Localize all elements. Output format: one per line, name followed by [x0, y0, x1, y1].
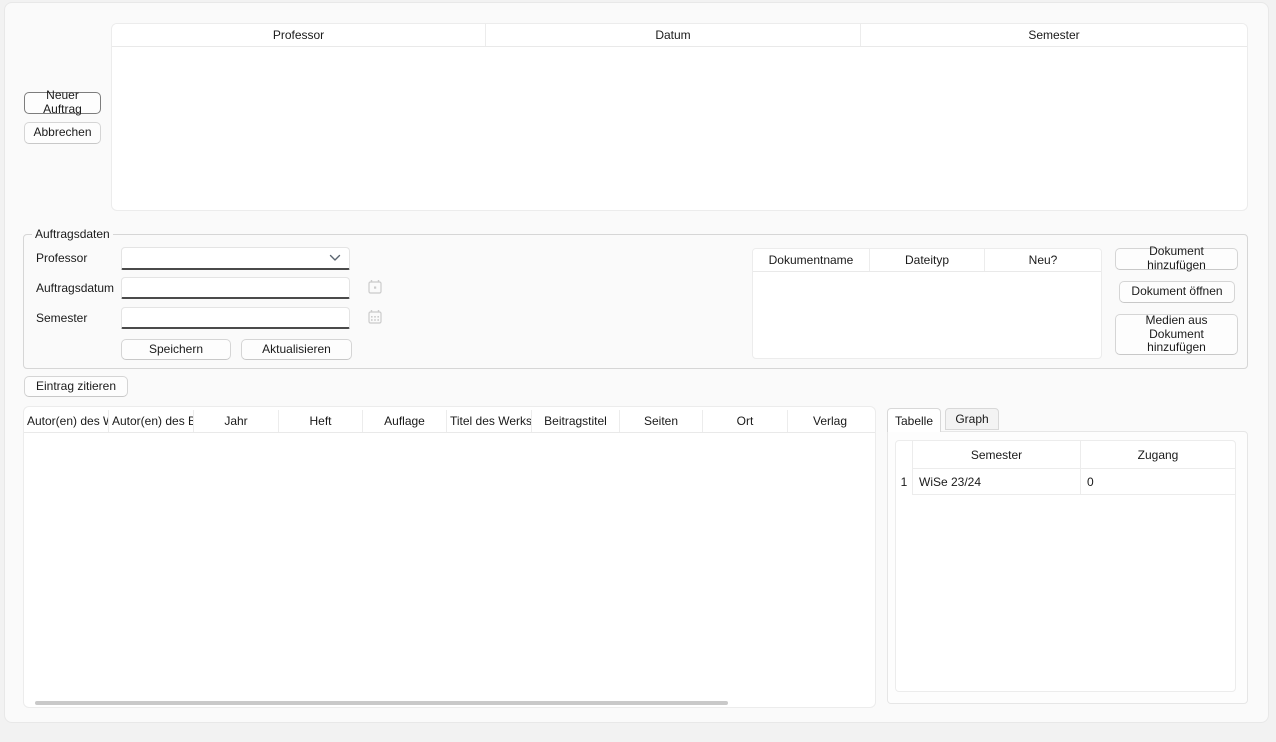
new-order-button[interactable]: Neuer Auftrag	[24, 92, 101, 114]
order-date-input[interactable]	[121, 277, 350, 299]
orders-col-header-1[interactable]: Datum	[485, 24, 860, 46]
orders-table-body[interactable]	[112, 47, 1247, 211]
documents-table-header: DokumentnameDateitypNeu?	[753, 249, 1101, 272]
semester-input[interactable]	[121, 307, 350, 329]
stats-table-body[interactable]: 1WiSe 23/240	[896, 469, 1235, 495]
chevron-down-icon	[329, 254, 341, 262]
order-form-groupbox: Auftragsdaten Professor Auftragsdatum Se…	[23, 234, 1248, 369]
add-document-button[interactable]: Dokument hinzufügen	[1115, 248, 1238, 270]
entries-table-body[interactable]	[24, 433, 875, 683]
cite-entry-button[interactable]: Eintrag zitieren	[24, 376, 128, 397]
save-button[interactable]: Speichern	[121, 339, 231, 360]
documents-table: DokumentnameDateitypNeu?	[752, 248, 1102, 359]
open-document-button[interactable]: Dokument öffnen	[1119, 281, 1235, 303]
orders-col-header-0[interactable]: Professor	[112, 24, 485, 46]
order-date-label: Auftragsdatum	[36, 281, 114, 295]
entries-col-header-6[interactable]: Beitragstitel	[531, 410, 619, 432]
orders-table: ProfessorDatumSemester	[111, 23, 1248, 211]
entries-col-header-4[interactable]: Auflage	[362, 410, 446, 432]
calendar-grid-icon	[367, 309, 383, 325]
add-media-from-document-button[interactable]: Medien aus Dokument hinzufügen	[1115, 314, 1238, 355]
entries-col-header-3[interactable]: Heft	[278, 410, 362, 432]
tab-tabelle[interactable]: Tabelle	[887, 408, 941, 432]
order-form-title: Auftragsdaten	[32, 227, 113, 241]
app-window: ProfessorDatumSemester Neuer Auftrag Abb…	[4, 2, 1269, 723]
calendar-date-icon	[367, 279, 383, 295]
documents-table-body[interactable]	[753, 272, 1101, 359]
documents-col-header-0[interactable]: Dokumentname	[753, 249, 869, 271]
semester-label: Semester	[36, 311, 87, 325]
semester-cell[interactable]: WiSe 23/24	[912, 469, 1080, 495]
entries-table-header: Autor(en) des WerksAutor(en) des Beitrag…	[24, 410, 875, 433]
documents-col-header-2[interactable]: Neu?	[984, 249, 1101, 271]
entries-table: Autor(en) des WerksAutor(en) des Beitrag…	[23, 406, 876, 708]
zugang-cell[interactable]: 0	[1080, 469, 1235, 495]
cancel-button[interactable]: Abbrechen	[24, 122, 101, 144]
tab-graph[interactable]: Graph	[945, 408, 999, 430]
orders-table-header: ProfessorDatumSemester	[112, 24, 1247, 47]
stats-table-row[interactable]: 1WiSe 23/240	[896, 469, 1235, 495]
orders-col-header-2[interactable]: Semester	[860, 24, 1247, 46]
professor-label: Professor	[36, 251, 87, 265]
app-root: ProfessorDatumSemester Neuer Auftrag Abb…	[0, 0, 1276, 742]
stats-table: SemesterZugang 1WiSe 23/240	[895, 440, 1236, 692]
entries-col-header-2[interactable]: Jahr	[193, 410, 278, 432]
entries-col-header-8[interactable]: Ort	[702, 410, 787, 432]
stats-col-header-0[interactable]: Semester	[912, 441, 1080, 469]
stats-table-header: SemesterZugang	[896, 441, 1235, 469]
entries-col-header-5[interactable]: Titel des Werks	[446, 410, 531, 432]
update-button[interactable]: Aktualisieren	[241, 339, 352, 360]
entries-col-header-0[interactable]: Autor(en) des Werks	[24, 410, 108, 432]
entries-col-header-9[interactable]: Verlag	[787, 410, 872, 432]
stats-col-header-1[interactable]: Zugang	[1080, 441, 1235, 469]
row-number[interactable]: 1	[896, 469, 912, 495]
entries-horizontal-scrollbar[interactable]	[35, 701, 728, 705]
documents-col-header-1[interactable]: Dateityp	[869, 249, 984, 271]
entries-col-header-1[interactable]: Autor(en) des Beitrags	[108, 410, 193, 432]
entries-col-header-7[interactable]: Seiten	[619, 410, 702, 432]
stats-panel: SemesterZugang 1WiSe 23/240	[887, 431, 1248, 704]
professor-combobox[interactable]	[121, 247, 350, 270]
stats-rownum-header[interactable]	[896, 441, 912, 469]
